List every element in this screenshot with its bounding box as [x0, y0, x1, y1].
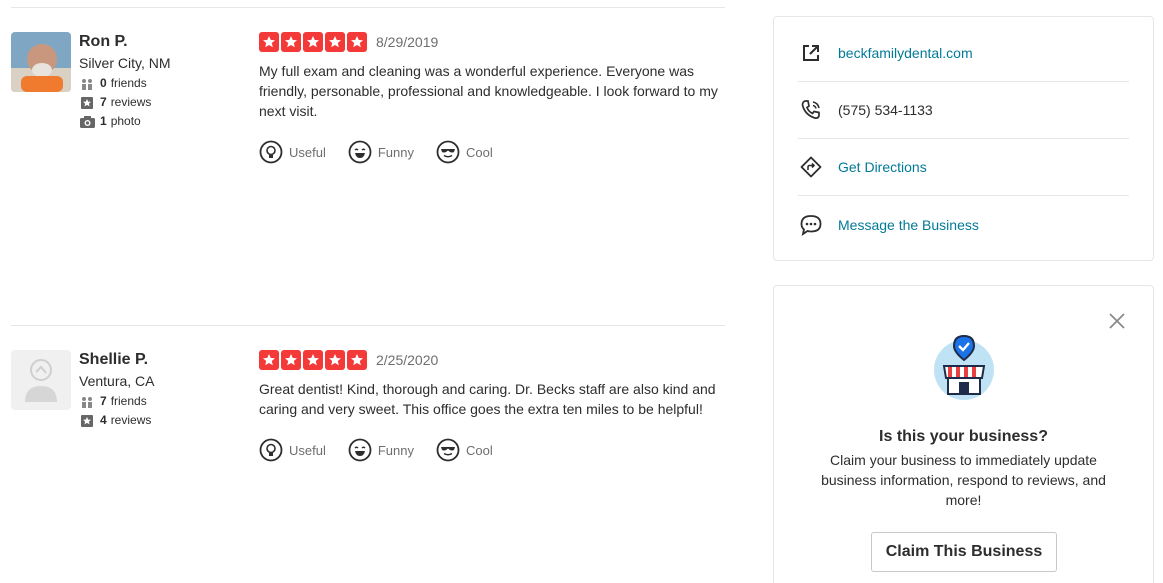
star-icon — [325, 350, 345, 370]
laugh-face-icon — [348, 438, 372, 462]
useful-button[interactable]: Useful — [259, 437, 326, 463]
review-divider — [11, 325, 725, 326]
review-date: 8/29/2019 — [376, 34, 439, 50]
star-icon — [259, 32, 279, 52]
camera-icon — [79, 115, 95, 129]
sunglasses-face-icon — [436, 140, 460, 164]
phone-row: (575) 534-1133 — [798, 82, 1129, 139]
friends-stat: 0 friends — [79, 74, 171, 93]
user-avatar[interactable] — [11, 350, 71, 410]
review-text: My full exam and cleaning was a wonderfu… — [259, 63, 718, 119]
reviews-count: 4 — [100, 413, 107, 427]
review-actions: Useful Funny Cool — [259, 139, 725, 165]
business-info-card: beckfamilydental.com (575) 534-1133 Get … — [773, 16, 1154, 261]
rating-row: 2/25/2020 — [259, 350, 725, 370]
reviews-stat: 7 reviews — [79, 93, 171, 112]
useful-label: Useful — [289, 442, 326, 458]
claim-business-button[interactable]: Claim This Business — [871, 532, 1057, 572]
star-rating — [259, 350, 367, 370]
claim-description: Claim your business to immediately updat… — [821, 452, 1106, 508]
directions-row[interactable]: Get Directions — [798, 139, 1129, 196]
speech-bubble-icon — [798, 212, 824, 238]
get-directions-link[interactable]: Get Directions — [838, 159, 927, 175]
friends-label: friends — [110, 76, 147, 90]
funny-button[interactable]: Funny — [348, 139, 414, 165]
review-body: 2/25/2020 Great dentist! Kind, thorough … — [259, 350, 725, 463]
photos-count: 1 — [100, 114, 107, 128]
top-divider — [11, 7, 725, 8]
directions-icon — [798, 154, 824, 180]
user-name[interactable]: Ron P. — [79, 32, 171, 52]
star-icon — [325, 32, 345, 52]
user-location: Ventura, CA — [79, 373, 155, 389]
star-icon — [259, 350, 279, 370]
funny-button[interactable]: Funny — [348, 437, 414, 463]
external-link-icon — [798, 40, 824, 66]
message-business-link[interactable]: Message the Business — [838, 217, 979, 233]
user-info: Ron P. Silver City, NM 0 friends 7 revie… — [79, 32, 171, 131]
friends-icon — [79, 77, 95, 91]
reviews-stat: 4 reviews — [79, 411, 155, 430]
useful-label: Useful — [289, 144, 326, 160]
cool-button[interactable]: Cool — [436, 139, 493, 165]
storefront-icon — [932, 334, 996, 400]
friends-stat: 7 friends — [79, 392, 155, 411]
close-icon[interactable] — [1108, 312, 1126, 330]
funny-label: Funny — [377, 144, 414, 160]
friends-count: 7 — [100, 394, 107, 408]
review-date: 2/25/2020 — [376, 352, 439, 368]
friends-icon — [79, 395, 95, 409]
reviews-label: reviews — [110, 95, 152, 109]
cool-button[interactable]: Cool — [436, 437, 493, 463]
photos-stat: 1 photo — [79, 112, 171, 131]
star-box-icon — [79, 414, 95, 428]
message-row[interactable]: Message the Business — [798, 196, 1129, 253]
star-icon — [281, 350, 301, 370]
laugh-face-icon — [348, 140, 372, 164]
website-row[interactable]: beckfamilydental.com — [798, 25, 1129, 82]
friends-label: friends — [110, 394, 147, 408]
phone-number: (575) 534-1133 — [838, 102, 933, 118]
star-icon — [281, 32, 301, 52]
user-info: Shellie P. Ventura, CA 7 friends 4 revie… — [79, 350, 155, 430]
review-body: 8/29/2019 My full exam and cleaning was … — [259, 32, 725, 165]
review-actions: Useful Funny Cool — [259, 437, 725, 463]
reviews-count: 7 — [100, 95, 107, 109]
cool-label: Cool — [466, 442, 493, 458]
user-location: Silver City, NM — [79, 55, 171, 71]
review-text: Great dentist! Kind, thorough and caring… — [259, 381, 716, 417]
lightbulb-icon — [259, 140, 283, 164]
star-box-icon — [79, 96, 95, 110]
user-name[interactable]: Shellie P. — [79, 350, 155, 370]
claim-title: Is this your business? — [879, 428, 1048, 445]
cool-label: Cool — [466, 144, 493, 160]
useful-button[interactable]: Useful — [259, 139, 326, 165]
friends-count: 0 — [100, 76, 107, 90]
star-icon — [303, 350, 323, 370]
review-item: Shellie P. Ventura, CA 7 friends 4 revie… — [11, 350, 725, 500]
reviews-label: reviews — [110, 413, 152, 427]
star-icon — [347, 350, 367, 370]
star-icon — [303, 32, 323, 52]
rating-row: 8/29/2019 — [259, 32, 725, 52]
review-item: Ron P. Silver City, NM 0 friends 7 revie… — [11, 32, 725, 182]
funny-label: Funny — [377, 442, 414, 458]
lightbulb-icon — [259, 438, 283, 462]
website-link[interactable]: beckfamilydental.com — [838, 45, 973, 61]
phone-icon — [798, 97, 824, 123]
star-icon — [347, 32, 367, 52]
sunglasses-face-icon — [436, 438, 460, 462]
star-rating — [259, 32, 367, 52]
photos-label: photo — [110, 114, 141, 128]
claim-business-card: Is this your business? Claim your busine… — [773, 285, 1154, 583]
user-avatar[interactable] — [11, 32, 71, 92]
